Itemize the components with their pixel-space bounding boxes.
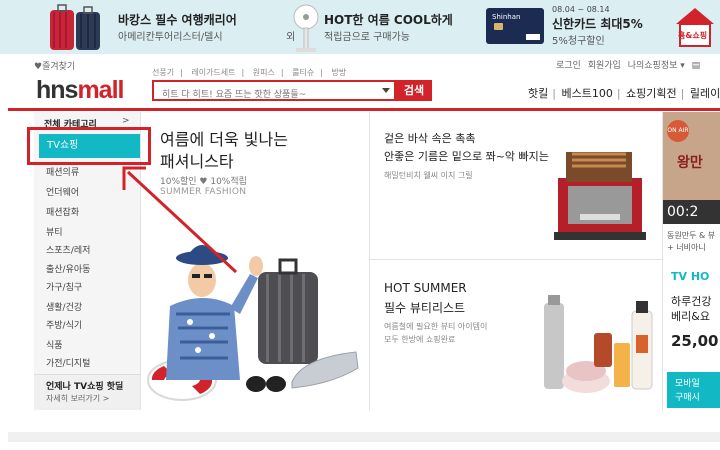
quick-link[interactable]: 원피스	[253, 68, 275, 77]
live-tv-panel[interactable]: ON AIR 왕만 00:2 동원만두 & 뷰 + 너비아니 TV HO 하루건…	[662, 112, 720, 410]
ad-card-title: 신한카드 최대5%	[552, 17, 643, 31]
gnb-exhibition[interactable]: 쇼핑기획전	[626, 87, 677, 100]
card-chip	[494, 23, 503, 30]
ad-card-subtitle: 5%청구할인	[552, 36, 605, 47]
grill-banner[interactable]: 겉은 바삭 속은 촉촉 안좋은 기름은 밑으로 쫘~악 빠지는 해밀턴비치 웰씨…	[370, 112, 662, 260]
card-brand: Shinhan	[492, 13, 521, 21]
mobile-purchase-2: 구매시	[675, 393, 700, 403]
sidebar-item[interactable]: 패션잡화	[46, 205, 79, 218]
luggage-image	[50, 4, 100, 50]
ad-shinhan-card[interactable]: Shinhan 08.04 ~ 08.14 신한카드 최대5% 5%청구할인	[470, 0, 670, 54]
login-link[interactable]: 로그인	[556, 61, 581, 71]
mobile-purchase-1: 모바일	[675, 379, 700, 389]
banner-tag: SUMMER FASHION	[160, 187, 247, 197]
top-ad-band: 바캉스 필수 여행캐리어 아메리칸투어리스터/델시 외 HOT한 여름 COOL…	[0, 0, 720, 54]
hnsmall-logo[interactable]: hnsmall	[36, 76, 124, 105]
tv-promo-1: 하루건강	[671, 295, 712, 308]
ad-fan-subtitle: 적립금으로 구매가능	[324, 32, 410, 43]
quick-keyword-links: 선풍기 | 레이가드세트 | 원피스 | 룰티슈 | 방방	[152, 68, 347, 77]
ad-luggage-subtitle: 아메리칸투어리스터/델시 외	[118, 32, 296, 43]
search-input[interactable]	[154, 86, 380, 104]
right-banner-column: 겉은 바삭 속은 촉촉 안좋은 기름은 밑으로 쫘~악 빠지는 해밀턴비치 웰씨…	[369, 112, 662, 410]
sidebar-item[interactable]: 스포츠/레저	[46, 243, 90, 256]
highlight-box	[27, 127, 151, 165]
ad-luggage[interactable]: 바캉스 필수 여행캐리어 아메리칸투어리스터/델시 외	[0, 0, 295, 54]
live-product-image: ON AIR 왕만	[663, 112, 720, 204]
global-nav: 핫킬| 베스트100| 쇼핑기획전| 릴레이팡팡	[528, 85, 720, 101]
on-air-badge: ON AIR	[667, 120, 689, 142]
home-shopping-icon[interactable]: 홈&쇼핑	[672, 4, 718, 50]
hotdeal-link[interactable]: 자세히 보러가기 >	[46, 393, 109, 404]
menu-icon[interactable]: ▤	[692, 61, 701, 71]
grill-title-2: 안좋은 기름은 밑으로 쫘~악 빠지는	[384, 150, 549, 163]
live-desc-2: + 너비아니	[667, 243, 706, 252]
search-button[interactable]: 검색	[396, 80, 432, 101]
beauty-sub-2: 모두 한방에 쇼핑완료	[384, 335, 456, 344]
ad-fan-title: HOT한 여름 COOL하게	[324, 13, 453, 27]
product-title-text: 왕만	[677, 155, 703, 171]
favorite-link[interactable]: ♥즐겨찾기	[34, 59, 75, 72]
tv-promo-2: 베리&요	[671, 310, 710, 323]
chevron-right-icon[interactable]: >	[122, 116, 130, 126]
banner-promo: 10%할인 ♥ 10%적립	[160, 177, 247, 187]
ad-fan[interactable]: HOT한 여름 COOL하게 적립금으로 구매가능	[270, 0, 470, 54]
signup-link[interactable]: 회원가입	[588, 61, 621, 71]
beauty-title-2: 필수 뷰티리스트	[384, 301, 466, 315]
mobile-purchase-button[interactable]: 모바일 구매시	[667, 372, 720, 408]
search-dropdown-icon[interactable]	[382, 88, 390, 93]
electric-grill-image	[554, 152, 646, 240]
tv-hotdeal-banner[interactable]: 언제나 TV쇼핑 핫딜 자세히 보러가기 >	[34, 374, 140, 410]
grill-subtitle: 해밀턴비치 웰씨 이지 그릴	[384, 171, 473, 180]
sidebar-item[interactable]: 가전/디지털	[46, 356, 90, 369]
sidebar-item[interactable]: 언더웨어	[46, 185, 79, 198]
sidebar-item[interactable]: 출산/유아동	[46, 262, 90, 275]
bottom-strip	[8, 432, 720, 442]
header-divider	[8, 108, 720, 111]
gnb-relay[interactable]: 릴레이팡팡	[690, 87, 720, 100]
home-shopping-label: 홈&쇼핑	[678, 31, 708, 40]
top-utility-links: 로그인 회원가입 나의쇼핑정보 ▾ ▤	[556, 58, 704, 71]
my-shopping-link[interactable]: 나의쇼핑정보 ▾	[628, 61, 685, 71]
tv-price: 25,00	[671, 332, 719, 350]
gnb-hotkill[interactable]: 핫킬	[528, 87, 548, 100]
sidebar-item[interactable]: 가구/침구	[46, 280, 82, 293]
sidebar-item[interactable]: 주방/식기	[46, 318, 82, 331]
beauty-sub-1: 여름철에 필요한 뷰티 아이템이	[384, 322, 488, 331]
quick-link[interactable]: 선풍기	[152, 68, 174, 77]
sidebar-item[interactable]: 뷰티	[46, 225, 63, 238]
visa-logo	[526, 34, 540, 40]
logo-accent: mall	[77, 76, 124, 104]
main-fashion-banner[interactable]: 여름에 더욱 빛나는 패셔니스타 10%할인 ♥ 10%적립 SUMMER FA…	[142, 112, 368, 410]
beauty-title-1: HOT SUMMER	[384, 281, 467, 295]
quick-link[interactable]: 레이가드세트	[191, 68, 235, 77]
search-box	[152, 80, 396, 104]
model-with-luggage-image	[147, 245, 359, 401]
beauty-banner[interactable]: HOT SUMMER 필수 뷰티리스트 여름철에 필요한 뷰티 아이템이 모두 …	[370, 261, 662, 410]
sidebar-item[interactable]: 식품	[46, 338, 63, 351]
cosmetics-image	[544, 295, 653, 393]
gnb-best100[interactable]: 베스트100	[561, 87, 612, 100]
sidebar-item[interactable]: 생활/건강	[46, 300, 82, 313]
quick-link[interactable]: 룰티슈	[292, 68, 314, 77]
grill-title-1: 겉은 바삭 속은 촉촉	[384, 132, 476, 145]
banner-headline-1: 여름에 더욱 빛나는	[160, 130, 288, 149]
sidebar-item[interactable]: 패션의류	[46, 165, 79, 178]
ad-luggage-title: 바캉스 필수 여행캐리어	[118, 13, 237, 27]
tv-hot-label: TV HO	[671, 270, 710, 283]
quick-link[interactable]: 방방	[331, 68, 346, 77]
hotdeal-title: 언제나 TV쇼핑 핫딜	[46, 382, 124, 392]
live-desc-1: 동원만두 & 뷰	[667, 231, 716, 240]
live-timer: 00:2	[663, 200, 720, 224]
ad-card-dates: 08.04 ~ 08.14	[552, 5, 610, 14]
banner-headline-2: 패셔니스타	[160, 152, 234, 171]
logo-main: hns	[36, 76, 78, 104]
credit-card-image: Shinhan	[486, 8, 544, 44]
